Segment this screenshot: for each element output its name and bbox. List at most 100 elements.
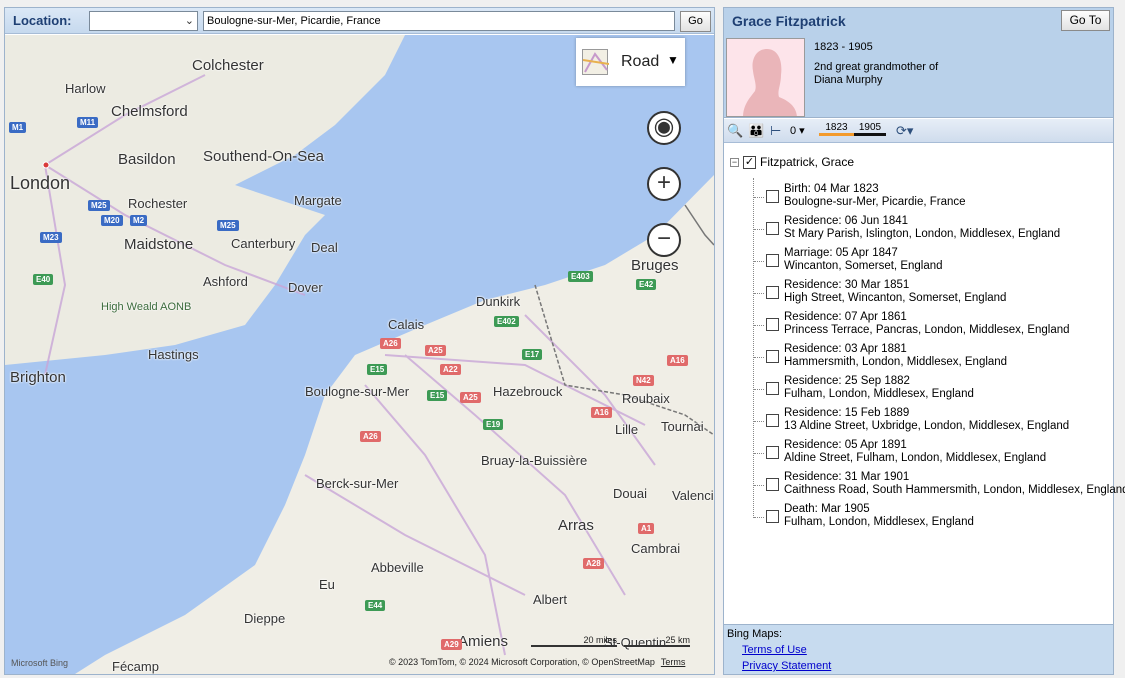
person-name: Grace Fitzpatrick (732, 13, 846, 29)
privacy-statement-link[interactable]: Privacy Statement (742, 660, 831, 672)
connections-count-dropdown[interactable]: 0 ▾ (790, 124, 805, 137)
map-place-label: Cambrai (631, 541, 681, 556)
location-address-input[interactable]: Boulogne-sur-Mer, Picardie, France (203, 11, 675, 31)
event-text: Residence: 07 Apr 1861 Princess Terrace, … (784, 311, 1070, 337)
event-place: Princess Terrace, Pancras, London, Middl… (784, 324, 1070, 336)
map-place-label: Basildon (118, 151, 176, 168)
map-road-badge: A16 (667, 355, 688, 366)
zoom-in-button[interactable]: + (647, 167, 681, 201)
map-road-badge: E44 (365, 600, 386, 611)
map-canvas[interactable]: Colchester Harlow Chelmsford Basildon Southe… (5, 35, 714, 674)
event-place: Wincanton, Somerset, England (784, 260, 943, 272)
event-checkbox[interactable] (766, 382, 779, 395)
map-place-label: Berck-sur-Mer (316, 476, 399, 491)
bing-maps-footer: Bing Maps: Terms of Use Privacy Statemen… (724, 624, 1113, 674)
map-place-label: Dunkirk (476, 294, 521, 309)
tree-branch-line (754, 517, 764, 518)
event-text: Residence: 30 Mar 1851 High Street, Winca… (784, 279, 1006, 305)
event-checkbox[interactable] (766, 222, 779, 235)
map-style-selector[interactable]: Road ▼ (576, 38, 685, 86)
bing-maps-label: Bing Maps: (727, 628, 783, 640)
event-text: Marriage: 05 Apr 1847 Wincanton, Somerset… (784, 247, 943, 273)
event-checkbox[interactable] (766, 318, 779, 331)
location-bar: Location: ⌄ Boulogne-sur-Mer, Picardie, … (5, 8, 714, 34)
event-text: Residence: 06 Jun 1841 St Mary Parish, Is… (784, 215, 1060, 241)
map-place-label: Canterbury (231, 236, 296, 251)
tree-connections-icon[interactable]: ⊢ (770, 123, 781, 139)
tree-root-person[interactable]: − ✓ Fitzpatrick, Grace (730, 155, 854, 171)
event-text: Birth: 04 Mar 1823 Boulogne-sur-Mer, Pica… (784, 183, 966, 209)
minus-icon: − (656, 225, 671, 252)
map-place-label: Abbeville (371, 560, 424, 575)
go-to-button[interactable]: Go To (1061, 10, 1110, 31)
map-road-badge: A1 (638, 523, 655, 534)
event-checkbox[interactable] (766, 446, 779, 459)
map-road-badge: M25 (88, 200, 110, 211)
map-place-label: Bruges (631, 257, 679, 274)
female-silhouette-icon (743, 49, 797, 116)
event-place: Aldine Street, Fulham, London, Middlesex… (784, 452, 1047, 464)
event-checkbox[interactable] (766, 510, 779, 523)
zoom-out-button[interactable]: − (647, 223, 681, 257)
timeline-start-year[interactable]: 1823 (819, 122, 854, 136)
event-checkbox[interactable] (766, 190, 779, 203)
event-checkbox[interactable] (766, 254, 779, 267)
timeline-end-year[interactable]: 1905 (854, 122, 886, 136)
map-place-label: Maidstone (124, 236, 194, 253)
collapse-icon[interactable]: − (730, 158, 739, 168)
map-road-badge: A22 (440, 364, 461, 375)
family-icon[interactable]: 👪 (748, 123, 764, 139)
map-pane: Location: ⌄ Boulogne-sur-Mer, Picardie, … (4, 7, 715, 675)
map-place-label: Brighton (10, 369, 66, 386)
event-checkbox[interactable] (766, 350, 779, 363)
event-checkbox[interactable] (766, 478, 779, 491)
event-title: Residence: 03 Apr 1881 (784, 343, 907, 355)
location-go-button[interactable]: Go (680, 11, 711, 32)
terms-of-use-link[interactable]: Terms of Use (742, 644, 807, 656)
map-road-badge: N42 (633, 375, 654, 386)
scale-bar-km: 25 km (624, 635, 690, 647)
map-base-layer (5, 35, 714, 674)
event-title: Residence: 25 Sep 1882 (784, 375, 910, 387)
map-road-badge: A29 (441, 639, 462, 650)
map-place-label: Colchester (192, 57, 264, 74)
map-place-label: Chelmsford (111, 103, 188, 120)
location-dropdown[interactable]: ⌄ (89, 11, 198, 31)
map-place-label: Hastings (148, 347, 199, 362)
event-text: Residence: 31 Mar 1901 Caithness Road, So… (784, 471, 1125, 497)
tree-root-checkbox[interactable]: ✓ (743, 156, 756, 170)
event-place: Boulogne-sur-Mer, Picardie, France (784, 196, 966, 208)
event-title: Residence: 30 Mar 1851 (784, 279, 910, 291)
map-road-badge: E42 (636, 279, 657, 290)
refresh-icon[interactable]: ⟳▾ (896, 123, 913, 139)
person-lifespan: 1823 - 1905 (814, 41, 873, 53)
map-road-badge: A25 (425, 345, 446, 356)
tree-root-label: Fitzpatrick, Grace (760, 155, 855, 169)
map-road-badge: E40 (33, 274, 54, 285)
event-checkbox[interactable] (766, 414, 779, 427)
event-text: Residence: 25 Sep 1882 Fulham, London, Mi… (784, 375, 974, 401)
tree-branch-line (754, 389, 764, 390)
zoom-to-person-icon[interactable]: 🔍 (727, 123, 743, 139)
map-place-label: Eu (319, 577, 335, 592)
map-road-badge: E17 (522, 349, 543, 360)
locate-me-button[interactable]: ◉ (647, 111, 681, 145)
map-road-badge: M11 (77, 117, 99, 128)
event-place: Fulham, London, Middlesex, England (784, 516, 974, 528)
map-road-badge: A26 (360, 431, 381, 442)
event-text: Death: Mar 1905 Fulham, London, Middlesex… (784, 503, 974, 529)
event-text: Residence: 05 Apr 1891 Aldine Street, Ful… (784, 439, 1046, 465)
map-road-badge: E402 (494, 316, 519, 327)
event-checkbox[interactable] (766, 286, 779, 299)
tree-branch-line (754, 229, 764, 230)
map-place-label: Lille (615, 422, 639, 437)
map-road-badge: A28 (583, 558, 604, 569)
map-place-label: Margate (294, 193, 342, 208)
map-terms-link[interactable]: Terms (661, 657, 686, 667)
event-place: 13 Aldine Street, Uxbridge, London, Midd… (784, 420, 1070, 432)
map-place-label: Deal (311, 240, 338, 255)
map-road-badge: M23 (40, 232, 62, 243)
map-place-label: Rochester (128, 196, 188, 211)
tree-branch-line (754, 197, 764, 198)
relationship-line-2: Diana Murphy (814, 74, 883, 86)
